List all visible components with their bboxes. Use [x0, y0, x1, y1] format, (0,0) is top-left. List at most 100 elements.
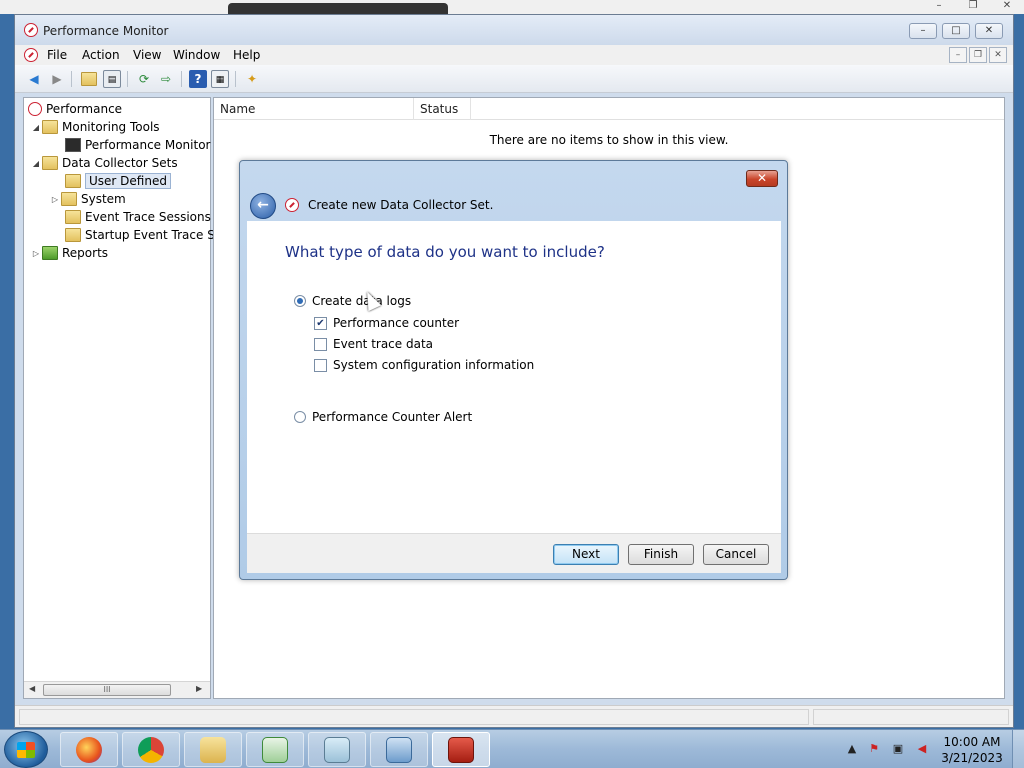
taskbar-firefox[interactable]	[60, 732, 118, 767]
volume-muted-icon[interactable]: ◀	[914, 741, 930, 757]
tree-label: Startup Event Trace Ses	[85, 228, 229, 242]
refresh-icon[interactable]: ⟳	[135, 70, 153, 88]
menu-help[interactable]: Help	[233, 48, 260, 62]
collapse-arrow-icon[interactable]: ◢	[30, 159, 42, 168]
checkbox-performance-counter[interactable]: ✔ Performance counter	[314, 316, 459, 330]
close-button[interactable]: ✕	[975, 23, 1003, 39]
wizard-back-button[interactable]: ←	[250, 193, 276, 219]
tree-item-system[interactable]: ▷ System	[49, 190, 126, 208]
dialog-close-button[interactable]: ✕	[746, 170, 778, 187]
folder-icon	[42, 120, 58, 134]
collapse-arrow-icon[interactable]: ◢	[30, 123, 42, 132]
chart-monitor-icon	[65, 138, 81, 152]
show-hide-tree-icon[interactable]: ▤	[103, 70, 121, 88]
notepad-icon	[324, 736, 350, 763]
start-button[interactable]	[4, 731, 48, 768]
toolbar-separator	[235, 71, 236, 87]
tree-item-startup-event-trace[interactable]: Startup Event Trace Ses	[65, 226, 228, 244]
tree-label: Monitoring Tools	[62, 120, 160, 134]
show-action-pane-icon[interactable]: ▦	[211, 70, 229, 88]
tree-item-event-trace-sessions[interactable]: Event Trace Sessions	[65, 208, 211, 226]
taskbar-chrome[interactable]	[122, 732, 180, 767]
mdi-restore-button[interactable]: ❐	[969, 47, 987, 63]
forward-arrow-icon[interactable]: ▶	[48, 70, 66, 88]
new-collector-set-icon[interactable]: ✦	[243, 70, 261, 88]
radio-create-data-logs[interactable]: Create data logs	[294, 294, 411, 308]
up-folder-icon[interactable]	[81, 72, 97, 86]
mdi-minimize-button[interactable]: –	[949, 47, 967, 63]
taskbar-performance-monitor[interactable]	[432, 732, 490, 767]
taskbar-file-explorer[interactable]	[184, 732, 242, 767]
maximize-button[interactable]: □	[942, 23, 970, 39]
bg-close-icon[interactable]: ✕	[996, 0, 1018, 12]
back-arrow-icon[interactable]: ◀	[25, 70, 43, 88]
tree-label: Data Collector Sets	[62, 156, 178, 170]
performance-app-icon	[285, 198, 299, 212]
radio-performance-counter-alert[interactable]: Performance Counter Alert	[294, 410, 472, 424]
menu-view[interactable]: View	[133, 48, 161, 62]
background-tab[interactable]	[228, 3, 448, 14]
cancel-button[interactable]: Cancel	[703, 544, 769, 565]
menu-window[interactable]: Window	[173, 48, 220, 62]
folder-icon	[42, 156, 58, 170]
tree-item-reports[interactable]: ▷ Reports	[30, 244, 108, 262]
performance-app-icon	[24, 23, 38, 37]
minimize-button[interactable]: –	[909, 23, 937, 39]
export-list-icon[interactable]: ⇨	[157, 70, 175, 88]
background-window: – ❐ ✕	[0, 0, 1024, 14]
tree-item-user-defined[interactable]: User Defined	[65, 172, 171, 190]
tree-item-monitoring-tools[interactable]: ◢ Monitoring Tools	[30, 118, 160, 136]
system-clock[interactable]: 10:00 AM 3/21/2023	[936, 734, 1008, 766]
help-icon[interactable]: ?	[189, 70, 207, 88]
menu-file[interactable]: File	[47, 48, 67, 62]
radio-icon[interactable]	[294, 411, 306, 423]
expand-arrow-icon[interactable]: ▷	[30, 249, 42, 258]
action-center-icon[interactable]: ⚑	[866, 741, 882, 757]
tree-item-data-collector-sets[interactable]: ◢ Data Collector Sets	[30, 154, 178, 172]
performance-icon	[28, 102, 42, 116]
status-bar	[15, 705, 1013, 727]
bg-minimize-icon[interactable]: –	[928, 0, 950, 12]
taskbar-notepad[interactable]	[308, 732, 366, 767]
mdi-close-button[interactable]: ✕	[989, 47, 1007, 63]
expand-arrow-icon[interactable]: ▷	[49, 195, 61, 204]
firefox-icon	[76, 736, 102, 763]
empty-list-message: There are no items to show in this view.	[489, 133, 729, 147]
tree-item-performance[interactable]: Performance	[28, 100, 122, 118]
navigation-tree: Performance ◢ Monitoring Tools Performan…	[23, 97, 228, 699]
column-status[interactable]: Status	[414, 98, 471, 120]
show-hidden-icons-icon[interactable]: ▲	[844, 741, 860, 757]
toolbar-separator	[127, 71, 128, 87]
checkbox-event-trace-data[interactable]: Event trace data	[314, 337, 433, 351]
network-icon[interactable]: ▣	[890, 741, 906, 757]
scroll-left-icon[interactable]: ◀	[29, 684, 35, 693]
dialog-title: Create new Data Collector Set.	[308, 198, 494, 212]
title-bar[interactable]: Performance Monitor – □ ✕	[15, 15, 1013, 45]
taskbar-control-panel[interactable]	[370, 732, 428, 767]
next-button[interactable]: Next	[553, 544, 619, 565]
tree-horizontal-scrollbar[interactable]: ◀ III ▶	[24, 681, 210, 698]
toolbox-icon	[448, 736, 474, 763]
clock-date: 3/21/2023	[941, 751, 1003, 765]
status-cell	[813, 709, 1009, 725]
bg-maximize-icon[interactable]: ❐	[962, 0, 984, 12]
scroll-thumb[interactable]: III	[43, 684, 171, 696]
clock-time: 10:00 AM	[943, 735, 1001, 749]
toolbar-separator	[181, 71, 182, 87]
column-name[interactable]: Name	[214, 98, 414, 120]
checkbox-checked-icon[interactable]: ✔	[314, 316, 327, 330]
checkbox-icon[interactable]	[314, 337, 327, 351]
radio-selected-icon[interactable]	[294, 295, 306, 307]
finish-button[interactable]: Finish	[628, 544, 694, 565]
taskbar-excel[interactable]	[246, 732, 304, 767]
show-desktop-button[interactable]	[1012, 730, 1024, 768]
user-folder-icon	[65, 174, 81, 188]
scroll-right-icon[interactable]: ▶	[196, 684, 202, 693]
tree-item-performance-monitor[interactable]: Performance Monitor	[65, 136, 210, 154]
checkbox-icon[interactable]	[314, 358, 327, 372]
mmc-menu-icon[interactable]	[24, 48, 38, 62]
menu-action[interactable]: Action	[82, 48, 120, 62]
tree-label: Performance Monitor	[85, 138, 211, 152]
checkbox-system-configuration[interactable]: System configuration information	[314, 358, 534, 372]
tree-label: Performance	[46, 102, 123, 116]
